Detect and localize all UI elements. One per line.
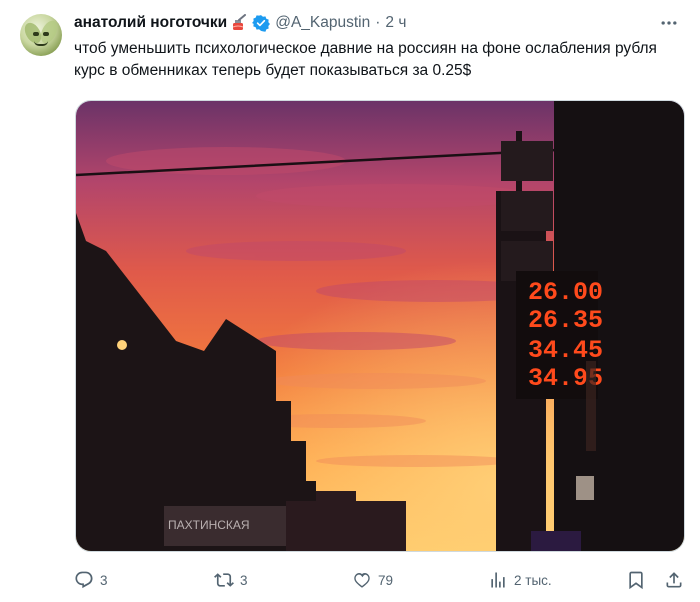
avatar-eye bbox=[43, 32, 49, 36]
tweet-timestamp[interactable]: 2 ч bbox=[385, 14, 406, 32]
separator-dot: · bbox=[375, 14, 381, 31]
more-options-icon[interactable] bbox=[658, 12, 680, 34]
bookmark-icon bbox=[629, 571, 643, 590]
window-frames bbox=[501, 141, 553, 281]
avatar[interactable] bbox=[20, 14, 62, 56]
verified-badge-icon[interactable] bbox=[252, 14, 271, 32]
street-sign-text: ПАХТИНСКАЯ bbox=[168, 518, 250, 532]
tweet-photo[interactable]: ПАХТИНСКАЯ 26.00 26.35 34.45 34.95 bbox=[75, 100, 685, 552]
share-icon bbox=[666, 572, 682, 588]
bookmark-button[interactable] bbox=[626, 566, 646, 594]
author-name[interactable]: анатолий ноготочки bbox=[74, 14, 227, 32]
reply-count: 3 bbox=[100, 572, 108, 588]
avatar-mouth bbox=[34, 41, 48, 46]
author-handle[interactable]: @A_Kapustin bbox=[275, 14, 370, 32]
shop-sign bbox=[531, 531, 581, 551]
share-button[interactable] bbox=[664, 566, 684, 594]
like-button[interactable]: 79 bbox=[352, 566, 393, 594]
rate-3: 34.45 bbox=[528, 336, 603, 365]
retweet-count: 3 bbox=[240, 572, 248, 588]
lit-window bbox=[576, 476, 594, 500]
retweet-icon bbox=[214, 573, 234, 587]
retweet-button[interactable]: 3 bbox=[214, 566, 248, 594]
views-button[interactable]: 2 тыс. bbox=[488, 566, 552, 594]
street-lamp bbox=[117, 340, 127, 350]
reply-button[interactable]: 3 bbox=[74, 566, 108, 594]
tweet-header: анатолий ноготочки @A_Kapustin · 2 ч bbox=[74, 12, 406, 34]
avatar-eye bbox=[33, 32, 39, 36]
views-count: 2 тыс. bbox=[514, 572, 552, 588]
like-icon bbox=[354, 573, 370, 588]
reply-icon bbox=[75, 571, 93, 589]
views-icon bbox=[491, 572, 505, 588]
rate-1: 26.00 bbox=[528, 278, 603, 307]
action-bar: 3 3 79 2 тыс. bbox=[74, 566, 686, 594]
tweet-text: чтоб уменьшить психологическое давние на… bbox=[74, 40, 657, 79]
like-count: 79 bbox=[378, 572, 394, 588]
nail-polish-emoji-icon bbox=[230, 14, 248, 32]
rate-2: 26.35 bbox=[528, 306, 603, 335]
